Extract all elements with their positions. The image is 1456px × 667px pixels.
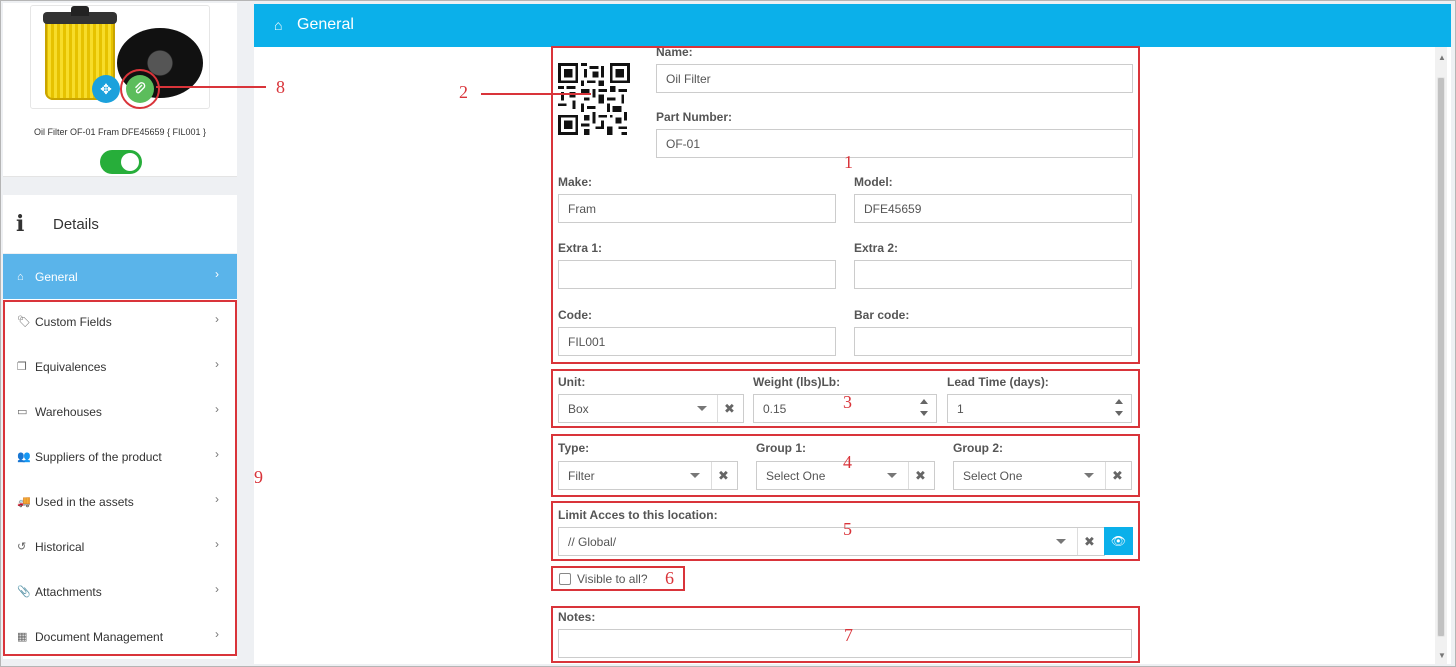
annotation-line-2 bbox=[481, 93, 591, 95]
home-icon: ⌂ bbox=[17, 270, 24, 283]
annotation-box-1 bbox=[551, 46, 1140, 364]
details-header: i Details bbox=[3, 195, 237, 253]
scroll-down-icon: ▼ bbox=[1438, 651, 1446, 660]
active-toggle[interactable] bbox=[100, 150, 142, 174]
home-icon: ⌂ bbox=[274, 17, 283, 33]
product-card: ✥ Oil Filter OF-01 Fram DFE45659 { FIL00… bbox=[3, 3, 237, 177]
annotation-number-8: 8 bbox=[276, 77, 285, 97]
annotation-number-3: 3 bbox=[843, 392, 852, 412]
expand-image-button[interactable]: ✥ bbox=[92, 75, 120, 103]
scrollbar[interactable]: ▲ ▼ bbox=[1435, 47, 1447, 664]
annotation-line-8 bbox=[156, 86, 266, 88]
annotation-number-9: 9 bbox=[254, 467, 263, 487]
annotation-number-2: 2 bbox=[459, 82, 468, 102]
annotation-box-9 bbox=[3, 300, 237, 656]
chevron-right-icon: › bbox=[215, 267, 219, 281]
annotation-circle bbox=[120, 69, 160, 109]
annotation-number-5: 5 bbox=[843, 519, 852, 539]
page-title: General bbox=[297, 16, 354, 33]
nav-item-label: General bbox=[35, 269, 78, 284]
product-caption: Oil Filter OF-01 Fram DFE45659 { FIL001 … bbox=[33, 127, 207, 137]
page-header: ⌂ General bbox=[254, 4, 1451, 47]
annotation-number-1: 1 bbox=[844, 152, 853, 172]
annotation-number-4: 4 bbox=[843, 452, 852, 472]
scroll-up-icon: ▲ bbox=[1438, 53, 1446, 62]
annotation-number-7: 7 bbox=[844, 625, 853, 645]
expand-icon: ✥ bbox=[100, 81, 112, 97]
scrollbar-thumb[interactable] bbox=[1437, 77, 1445, 637]
info-icon: i bbox=[16, 211, 25, 237]
details-title: Details bbox=[53, 216, 99, 233]
annotation-number-6: 6 bbox=[665, 568, 674, 588]
nav-item-general[interactable]: ⌂ General › bbox=[3, 254, 237, 299]
